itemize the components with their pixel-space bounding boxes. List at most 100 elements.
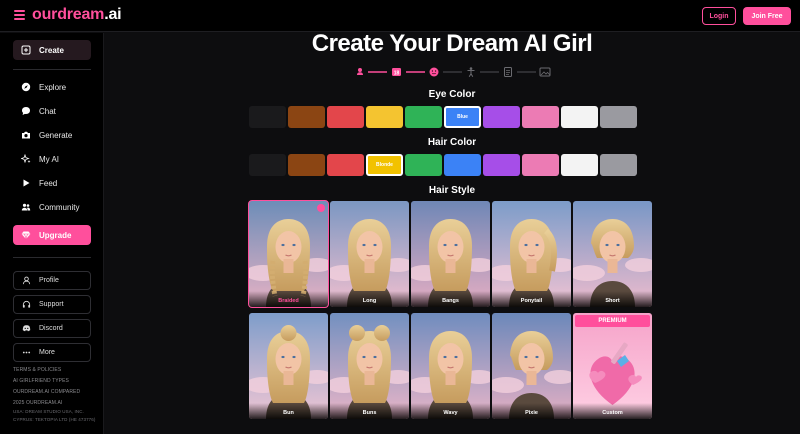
sidebar-item-community[interactable]: Community xyxy=(13,198,91,216)
eye-color-selected-label: Blue xyxy=(457,114,468,120)
hair-style-card-bangs[interactable]: Bangs xyxy=(411,201,490,307)
divider xyxy=(13,257,91,258)
user-icon xyxy=(21,276,31,286)
hair-color-swatch[interactable] xyxy=(288,154,325,176)
hair-style-card-long[interactable]: Long xyxy=(330,201,409,307)
hair-color-selected-label: Blonde xyxy=(376,162,393,168)
sidebar-item-my-ai[interactable]: My AI xyxy=(13,150,91,168)
chat-bubble-icon xyxy=(21,106,31,116)
step-calendar-icon[interactable]: 18 xyxy=(392,68,401,77)
eye-color-swatch[interactable] xyxy=(600,106,637,128)
sparkles-icon xyxy=(21,154,31,164)
hair-color-swatches: Blonde xyxy=(249,154,637,176)
sidebar-item-explore[interactable]: Explore xyxy=(13,78,91,96)
support-button[interactable]: Support xyxy=(13,295,91,314)
hair-style-card-custom[interactable]: PREMIUM Custom xyxy=(573,313,652,419)
sidebar-item-label: Create xyxy=(39,45,64,55)
girlfriend-types-link[interactable]: AI GIRLFRIEND TYPES xyxy=(13,378,69,384)
step-image-icon[interactable] xyxy=(539,67,551,77)
hair-color-swatch[interactable]: Blonde xyxy=(366,154,403,176)
divider xyxy=(13,69,91,70)
hair-style-label: Long xyxy=(330,291,409,307)
hair-color-swatch[interactable] xyxy=(561,154,598,176)
join-free-button[interactable]: Join Free xyxy=(743,7,791,25)
eye-color-swatch[interactable] xyxy=(405,106,442,128)
hair-color-swatch[interactable] xyxy=(600,154,637,176)
hair-style-card-braided[interactable]: Braided xyxy=(248,200,329,308)
upgrade-label: Upgrade xyxy=(39,230,72,240)
hair-style-heading: Hair Style xyxy=(428,185,476,196)
step-document-icon[interactable] xyxy=(504,67,512,77)
upgrade-button[interactable]: Upgrade xyxy=(13,225,91,245)
support-label: Support xyxy=(39,301,64,308)
hair-style-card-buns[interactable]: Buns xyxy=(330,313,409,419)
eye-color-swatch[interactable] xyxy=(483,106,520,128)
step-progress: 18 xyxy=(357,67,551,77)
sidebar-item-label: Feed xyxy=(39,178,58,188)
eye-color-swatch[interactable] xyxy=(561,106,598,128)
hair-style-label: Ponytail xyxy=(492,291,571,307)
camera-icon xyxy=(21,130,31,140)
hair-style-card-wavy[interactable]: Wavy xyxy=(411,313,490,419)
discord-button[interactable]: Discord xyxy=(13,319,91,338)
hair-color-swatch[interactable] xyxy=(444,154,481,176)
eye-color-swatch[interactable] xyxy=(327,106,364,128)
hair-style-label: Pixie xyxy=(492,403,571,419)
premium-badge: PREMIUM xyxy=(575,315,650,327)
hair-color-swatch[interactable] xyxy=(405,154,442,176)
sidebar-item-chat[interactable]: Chat xyxy=(13,102,91,120)
play-icon xyxy=(21,178,31,188)
cyprus-entity-text: CYPRUS: TEKTOPIA LTD (HE 473776) xyxy=(13,417,96,422)
terms-link[interactable]: TERMS & POLICIES xyxy=(13,367,61,373)
sidebar-item-label: Explore xyxy=(39,82,67,92)
logo[interactable]: ourdream.ai xyxy=(32,6,122,24)
menu-icon[interactable] xyxy=(14,10,25,20)
selected-check-icon xyxy=(317,204,325,212)
step-user-icon[interactable] xyxy=(357,68,363,75)
discord-label: Discord xyxy=(39,325,63,332)
sidebar-item-feed[interactable]: Feed xyxy=(13,174,91,192)
eye-color-swatch[interactable] xyxy=(249,106,286,128)
more-button[interactable]: More xyxy=(13,343,91,362)
sidebar-item-label: My AI xyxy=(39,154,60,164)
eye-color-swatch[interactable] xyxy=(522,106,559,128)
sidebar: Create Explore Chat Generate My AI Feed … xyxy=(0,33,104,434)
sidebar-item-generate[interactable]: Generate xyxy=(13,126,91,144)
more-label: More xyxy=(39,349,55,356)
eye-color-heading: Eye Color xyxy=(428,89,476,100)
step-face-icon[interactable] xyxy=(429,67,439,77)
sidebar-item-label: Community xyxy=(39,202,80,212)
eye-color-swatch[interactable]: Blue xyxy=(444,106,481,128)
hair-style-label: Bun xyxy=(249,403,328,419)
hair-style-card-ponytail[interactable]: Ponytail xyxy=(492,201,571,307)
eye-color-swatch[interactable] xyxy=(288,106,325,128)
hair-color-swatch[interactable] xyxy=(522,154,559,176)
hair-style-card-short[interactable]: Short xyxy=(573,201,652,307)
hair-style-label: Wavy xyxy=(411,403,490,419)
eye-color-swatches: Blue xyxy=(249,106,637,128)
hair-color-swatch[interactable] xyxy=(249,154,286,176)
hair-style-card-pixie[interactable]: Pixie xyxy=(492,313,571,419)
hair-color-swatch[interactable] xyxy=(327,154,364,176)
sidebar-item-create[interactable]: Create xyxy=(13,40,91,60)
svg-text:18: 18 xyxy=(394,71,400,77)
profile-label: Profile xyxy=(39,277,59,284)
sidebar-item-label: Generate xyxy=(39,130,73,140)
hair-style-label: Custom xyxy=(573,403,652,419)
compared-link[interactable]: OURDREAM.AI COMPARED xyxy=(13,389,80,395)
hair-style-label: Bangs xyxy=(411,291,490,307)
hair-style-label: Buns xyxy=(330,403,409,419)
step-body-icon[interactable] xyxy=(467,67,475,77)
logo-part-dream: dream xyxy=(57,6,105,23)
hair-style-card-bun[interactable]: Bun xyxy=(249,313,328,419)
hair-style-grid: Braided Long Bangs Ponytail Short Bun Bu… xyxy=(248,200,656,419)
gem-icon xyxy=(21,230,31,240)
hair-color-swatch[interactable] xyxy=(483,154,520,176)
headset-icon xyxy=(21,300,31,310)
logo-part-our: our xyxy=(32,6,58,23)
hair-style-label: Braided xyxy=(249,291,328,307)
compass-icon xyxy=(21,82,31,92)
profile-button[interactable]: Profile xyxy=(13,271,91,290)
login-button[interactable]: Login xyxy=(702,7,736,25)
eye-color-swatch[interactable] xyxy=(366,106,403,128)
